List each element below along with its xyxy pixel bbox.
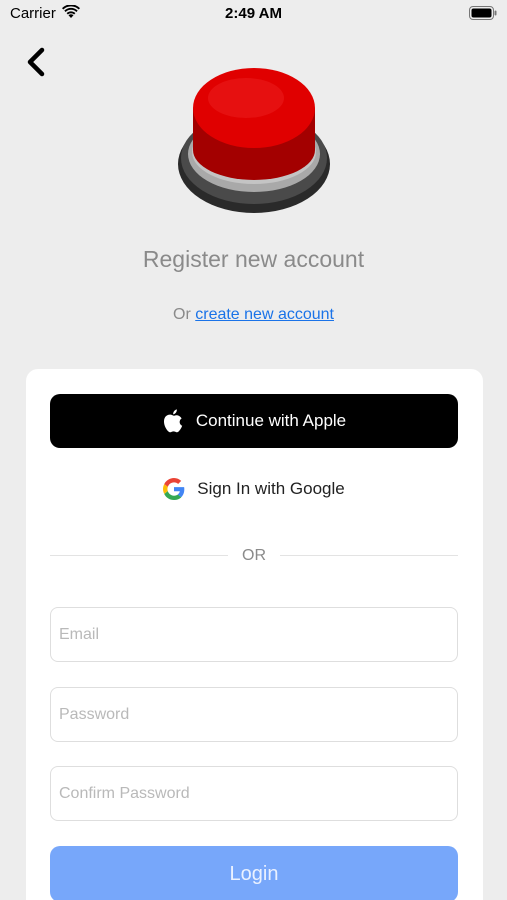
or-divider: OR bbox=[50, 545, 458, 567]
login-card: Continue with Apple Sign In with Google … bbox=[26, 369, 483, 900]
login-button[interactable]: Login bbox=[50, 846, 458, 900]
status-time: 2:49 AM bbox=[225, 5, 282, 22]
email-field[interactable] bbox=[50, 607, 458, 662]
register-screen: Carrier 2:49 AM Register new account Or … bbox=[0, 0, 507, 900]
continue-with-apple-button[interactable]: Continue with Apple bbox=[50, 394, 458, 448]
back-button[interactable] bbox=[22, 44, 52, 80]
apple-icon bbox=[163, 409, 183, 433]
divider-label: OR bbox=[242, 547, 266, 564]
sign-in-with-google-button[interactable]: Sign In with Google bbox=[50, 462, 458, 516]
red-button-icon bbox=[178, 68, 330, 213]
apple-button-label: Continue with Apple bbox=[195, 411, 347, 430]
confirm-password-field[interactable] bbox=[50, 766, 458, 821]
divider-line-right bbox=[280, 555, 458, 556]
subtitle-prefix: Or bbox=[173, 306, 191, 323]
google-icon bbox=[163, 478, 185, 500]
password-field[interactable] bbox=[50, 687, 458, 742]
google-button-label: Sign In with Google bbox=[197, 479, 345, 498]
battery-icon bbox=[469, 6, 497, 20]
chevron-left-icon bbox=[27, 47, 45, 77]
page-title: Register new account bbox=[142, 246, 365, 272]
subtitle: Or create new account bbox=[0, 306, 507, 324]
create-account-link[interactable]: create new account bbox=[195, 306, 334, 323]
status-bar: Carrier 2:49 AM bbox=[0, 0, 507, 28]
